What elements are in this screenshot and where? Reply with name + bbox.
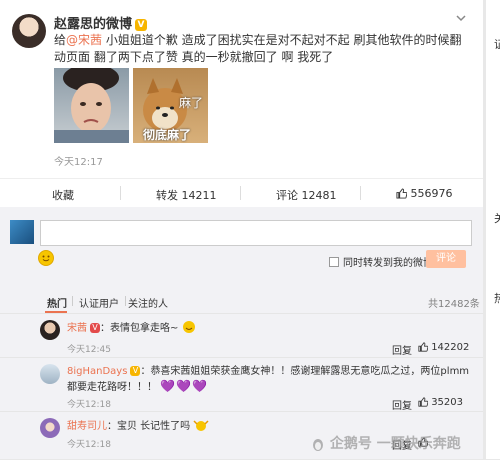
thumbs-up-icon (418, 397, 429, 407)
mention-link[interactable]: @宋茜 (66, 33, 102, 47)
post-text-prefix: 给 (54, 33, 67, 47)
author-name-text[interactable]: 赵露思的微博 (54, 17, 132, 32)
vip-icon: V (130, 366, 141, 376)
emoji-icon[interactable] (38, 250, 54, 266)
comment-like-button[interactable]: 142202 (418, 342, 469, 353)
post-text: 给@宋茜 小姐姐道个歉 造成了困扰实在是对不起对不起 刷其他软件的时候翻动页面 … (54, 32, 464, 66)
vip-crown-icon: V (135, 19, 148, 31)
author-avatar[interactable] (12, 14, 46, 48)
meme-caption-bottom: 彻底麻了 (143, 128, 192, 142)
post-image-crying-girl[interactable] (54, 68, 129, 143)
verified-icon: V (90, 323, 100, 333)
like-count: 556976 (410, 187, 453, 200)
like-button[interactable]: 556976 (396, 187, 453, 200)
comment-item: 8igHanDays V ：恭喜宋茜姐姐荣获金鹰女神！！感谢理解露思无意吃瓜之过，两… (0, 357, 483, 412)
post-text-body: 小姐姐道个歉 造成了困扰实在是对不起对不起 刷其他软件的时候翻动页面 翻了两下点… (54, 33, 462, 64)
comment-label: 评论 (276, 189, 298, 202)
also-repost-option[interactable]: 同时转发到我的微博 (329, 254, 433, 269)
right-strip-text: 热 (494, 292, 500, 305)
watermark-text: 企鹅号 一颗快乐奔跑 (329, 436, 461, 452)
comment-colon: ： (107, 421, 117, 432)
thumbs-up-icon (396, 188, 408, 199)
comment-time: 今天12:18 (67, 400, 111, 410)
divider (360, 186, 361, 200)
comment-item: 宋茜 V ：表情包拿走咯~ 今天12:45 回复 142202 (0, 313, 483, 358)
comment-like-count: 142202 (431, 342, 470, 353)
repost-button[interactable]: 转发 14211 (156, 187, 217, 203)
post-action-bar: 收藏 转发 14211 评论 12481 556976 (0, 178, 483, 208)
purple-heart-emojis: 💜💜💜 (160, 379, 209, 393)
commenter-name[interactable]: 宋茜 (67, 323, 87, 334)
repost-label: 转发 (156, 189, 178, 202)
commenter-avatar[interactable] (40, 364, 60, 384)
comment-time: 今天12:18 (67, 440, 111, 450)
thumbs-up-icon (418, 342, 429, 352)
post-image-shiba-meme[interactable]: 麻了 彻底麻了 (133, 68, 208, 143)
divider (72, 296, 73, 306)
comment-section: 同时转发到我的微博 评论 热门 认证用户 关注的人 共12482条 宋茜 V ：表情… (0, 207, 483, 459)
comment-total: 共12482条 (428, 299, 480, 310)
comment-content: 表情包拿走咯~ (110, 323, 179, 334)
right-sidebar-edge: 证 关 热 (486, 0, 500, 459)
reply-button[interactable]: 回复 (392, 397, 412, 412)
tab-following[interactable]: 关注的人 (128, 295, 168, 310)
author-name[interactable]: 赵露思的微博 V (54, 13, 148, 32)
comment-colon: ： (100, 323, 110, 334)
commenter-avatar[interactable] (40, 418, 60, 438)
weibo-post-card: 赵露思的微博 V 给@宋茜 小姐姐道个歉 造成了困扰实在是对不起对不起 刷其他软件… (0, 0, 483, 459)
right-strip-text: 关 (494, 212, 500, 225)
comment-text: 宋茜 V ：表情包拿走咯~ (67, 320, 472, 336)
comment-button[interactable]: 评论 12481 (276, 187, 337, 203)
divider (240, 186, 241, 200)
comment-like-count: 35203 (431, 397, 463, 408)
chevron-down-icon[interactable] (455, 12, 467, 24)
meme-caption-top: 麻了 (179, 96, 204, 110)
comment-count: 12481 (301, 189, 337, 202)
comment-like-button[interactable]: 35203 (418, 397, 463, 408)
post-timestamp[interactable]: 今天12:17 (54, 153, 103, 168)
comment-text: 甜寿司儿：宝贝 长记性了吗 (67, 418, 472, 434)
penguin-logo-icon (313, 439, 323, 451)
comment-content: 宝贝 长记性了吗 (117, 421, 191, 432)
watermark: 企鹅号 一颗快乐奔跑 (311, 433, 461, 453)
commenter-avatar[interactable] (40, 320, 60, 340)
tab-verified-users[interactable]: 认证用户 (79, 295, 119, 310)
comment-colon: ： (140, 366, 151, 377)
my-avatar[interactable] (10, 220, 34, 244)
repost-count: 14211 (181, 189, 217, 202)
comment-tabs: 热门 认证用户 关注的人 共12482条 (0, 293, 483, 313)
divider (120, 186, 121, 200)
right-strip-text: 证 (494, 38, 500, 51)
submit-comment-button[interactable]: 评论 (426, 250, 466, 268)
favorite-button[interactable]: 收藏 (52, 187, 74, 203)
commenter-name[interactable]: 甜寿司儿 (67, 421, 107, 432)
comment-text: 8igHanDays V ：恭喜宋茜姐姐荣获金鹰女神！！感谢理解露思无意吃瓜之过，两… (67, 364, 472, 395)
divider (125, 296, 126, 306)
reply-button[interactable]: 回复 (392, 342, 412, 357)
commenter-name[interactable]: 8igHanDays (67, 366, 127, 377)
comment-time: 今天12:45 (67, 345, 111, 355)
tab-hot[interactable]: 热门 (47, 295, 67, 310)
comment-input[interactable] (40, 220, 472, 246)
also-repost-label: 同时转发到我的微博 (343, 258, 433, 269)
cheering-emoji-icon (193, 420, 209, 431)
also-repost-checkbox[interactable] (329, 257, 339, 267)
smile-emoji-icon (182, 321, 195, 333)
